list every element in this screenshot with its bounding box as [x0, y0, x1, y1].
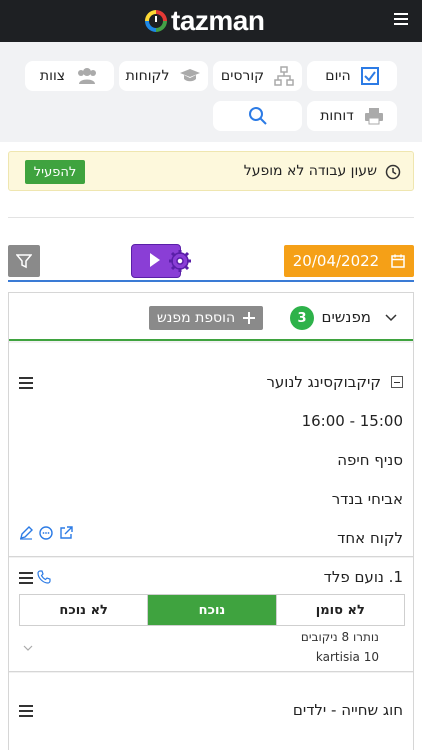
entrants-header[interactable]: מפנשים 3 הוספת מפנש — [9, 293, 413, 341]
punches-remaining: נותרו 8 ניקובים — [300, 630, 379, 644]
gear-icon — [169, 250, 191, 272]
nav-reports-button[interactable]: דוחות — [307, 101, 397, 131]
entrants-label: מפנשים — [321, 308, 372, 326]
logo-clock-icon — [145, 10, 167, 32]
clock-icon — [385, 164, 401, 180]
attendance-selector: לא נוכח נוכח לא סומן — [19, 594, 405, 626]
app-logo: tazman — [145, 7, 285, 35]
sitemap-icon — [274, 66, 294, 86]
participant-name: 1. נועם פלד — [323, 568, 403, 586]
punch-card-name: kartisia 10 — [315, 650, 379, 664]
activate-button[interactable]: להפעיל — [25, 160, 85, 184]
lesson-title: חוג שחייה - ילדים — [292, 701, 403, 719]
participant-row: 1. נועם פלד לא נוכח נוכח לא סומן נותרו 8… — [9, 558, 413, 672]
nav-team-button[interactable]: צוות — [25, 61, 114, 91]
lesson-time: 15:00 - 16:00 — [301, 412, 403, 430]
nav-reports-label: דוחות — [320, 108, 354, 124]
graduation-cap-icon — [180, 69, 201, 82]
play-icon — [150, 253, 160, 267]
lesson-menu-icon[interactable] — [19, 705, 33, 717]
external-link-icon[interactable] — [59, 526, 73, 540]
add-entrant-label: הוספת מפנש — [156, 310, 236, 326]
attendance-present-option[interactable]: נוכח — [147, 595, 276, 625]
calendar-icon — [391, 254, 405, 268]
nav-team-label: צוות — [39, 68, 66, 84]
divider — [8, 217, 414, 218]
work-clock-status: שעון עבודה לא מופעל — [243, 163, 377, 179]
nav-courses-button[interactable]: קורסים — [213, 61, 302, 91]
chevron-down-icon[interactable] — [23, 644, 33, 652]
checkbox-icon — [360, 67, 379, 85]
nav-today-button[interactable]: היום — [307, 61, 397, 91]
toolbar-underline — [8, 280, 414, 282]
entrants-count-badge: 3 — [290, 306, 314, 330]
lesson-title: קיקבוקסינג לנוער — [266, 373, 381, 391]
chat-icon[interactable] — [39, 526, 53, 540]
nav-courses-label: קורסים — [220, 68, 265, 84]
main-navigation: היום קורסים לקוחות צוות דוחות — [0, 42, 422, 142]
printer-icon — [364, 108, 383, 125]
chevron-down-icon[interactable] — [385, 311, 397, 323]
plus-icon — [243, 312, 256, 324]
collapse-toggle-icon[interactable] — [391, 376, 403, 388]
lessons-panel: מפנשים 3 הוספת מפנש קיקבוקסינג לנוער 15:… — [8, 292, 414, 750]
lesson-instructor: אביחי בנדר — [331, 490, 403, 508]
date-picker-button[interactable]: 20/04/2022 — [284, 245, 414, 277]
lesson-card: חוג שחייה - ילדים — [9, 673, 413, 750]
add-entrant-button[interactable]: הוספת מפנש — [149, 306, 263, 330]
nav-customers-label: לקוחות — [125, 68, 170, 84]
attendance-absent-option[interactable]: לא נוכח — [20, 595, 148, 625]
work-clock-banner: שעון עבודה לא מופעל להפעיל — [8, 151, 414, 191]
filter-icon — [16, 254, 32, 269]
edit-pencil-icon[interactable] — [19, 526, 33, 540]
lesson-branch: סניף חיפה — [337, 451, 403, 469]
nav-today-label: היום — [325, 68, 351, 84]
participant-menu-icon[interactable] — [19, 572, 33, 584]
logo-text: tazman — [171, 5, 265, 36]
lesson-actions — [19, 526, 73, 540]
search-icon — [248, 107, 267, 125]
lesson-customers-count: לקוח אחד — [337, 529, 403, 547]
top-bar: tazman — [0, 0, 422, 42]
selected-date: 20/04/2022 — [292, 252, 380, 270]
attendance-unmarked-option[interactable]: לא סומן — [275, 595, 404, 625]
nav-search-button[interactable] — [213, 101, 302, 131]
main-menu-icon[interactable] — [394, 13, 408, 27]
nav-customers-button[interactable]: לקוחות — [119, 61, 208, 91]
users-icon — [78, 68, 97, 84]
lesson-card: קיקבוקסינג לנוער 15:00 - 16:00 סניף חיפה… — [9, 343, 413, 557]
filter-button[interactable] — [8, 245, 40, 277]
phone-icon[interactable] — [37, 570, 51, 584]
lesson-menu-icon[interactable] — [19, 377, 33, 389]
